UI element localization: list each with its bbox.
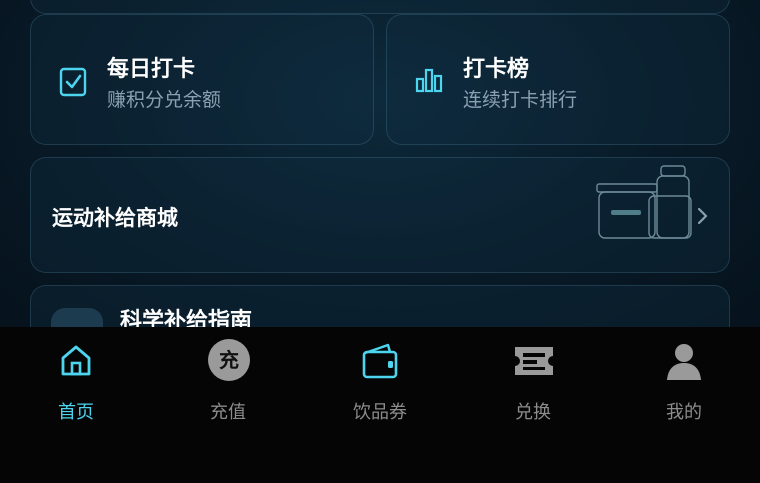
tab-exchange-label: 兑换: [515, 402, 551, 423]
tab-home[interactable]: 首页: [16, 339, 136, 423]
top-card[interactable]: [30, 0, 730, 14]
bar-chart-icon: [415, 67, 443, 97]
guide-title: 科学补给指南: [120, 309, 253, 327]
user-icon: [664, 341, 704, 381]
chevron-right-icon[interactable]: [695, 206, 709, 230]
tab-mine-label: 我的: [666, 402, 702, 423]
ticket-icon: [513, 341, 553, 381]
tab-recharge-label: 充值: [210, 402, 246, 423]
recharge-icon: 充: [208, 339, 250, 381]
supply-bottles-icon: [593, 162, 693, 246]
checkin-ranking-card[interactable]: 打卡榜 连续打卡排行: [386, 14, 730, 145]
tab-exchange[interactable]: 兑换: [473, 339, 593, 423]
daily-checkin-subtitle: 赚积分兑余额: [107, 89, 222, 111]
tab-home-label: 首页: [58, 402, 94, 423]
checkin-ranking-title: 打卡榜: [463, 57, 530, 82]
tab-recharge[interactable]: 充 充值: [168, 339, 288, 423]
tab-mine[interactable]: 我的: [624, 339, 744, 423]
tab-drink-coupon[interactable]: 饮品券: [320, 339, 440, 423]
daily-checkin-card[interactable]: 每日打卡 赚积分兑余额: [30, 14, 374, 145]
supply-guide-card[interactable]: 科学补给指南: [30, 285, 730, 327]
main-content: 每日打卡 赚积分兑余额 打卡榜 连续打卡排行 运动补给商城 科学补给指南: [0, 0, 760, 327]
home-icon: [56, 341, 96, 381]
guide-icon: [51, 308, 103, 327]
wallet-icon: [360, 341, 400, 381]
sports-supply-shop-card[interactable]: 运动补给商城: [30, 157, 730, 273]
shop-title: 运动补给商城: [52, 206, 178, 230]
daily-checkin-title: 每日打卡: [107, 57, 196, 82]
checkbox-icon: [59, 65, 87, 101]
checkin-ranking-subtitle: 连续打卡排行: [463, 89, 578, 111]
tab-drink-coupon-label: 饮品券: [353, 402, 407, 423]
bottom-tab-bar: 首页 充 充值 饮品券 兑换 我的: [0, 327, 760, 483]
